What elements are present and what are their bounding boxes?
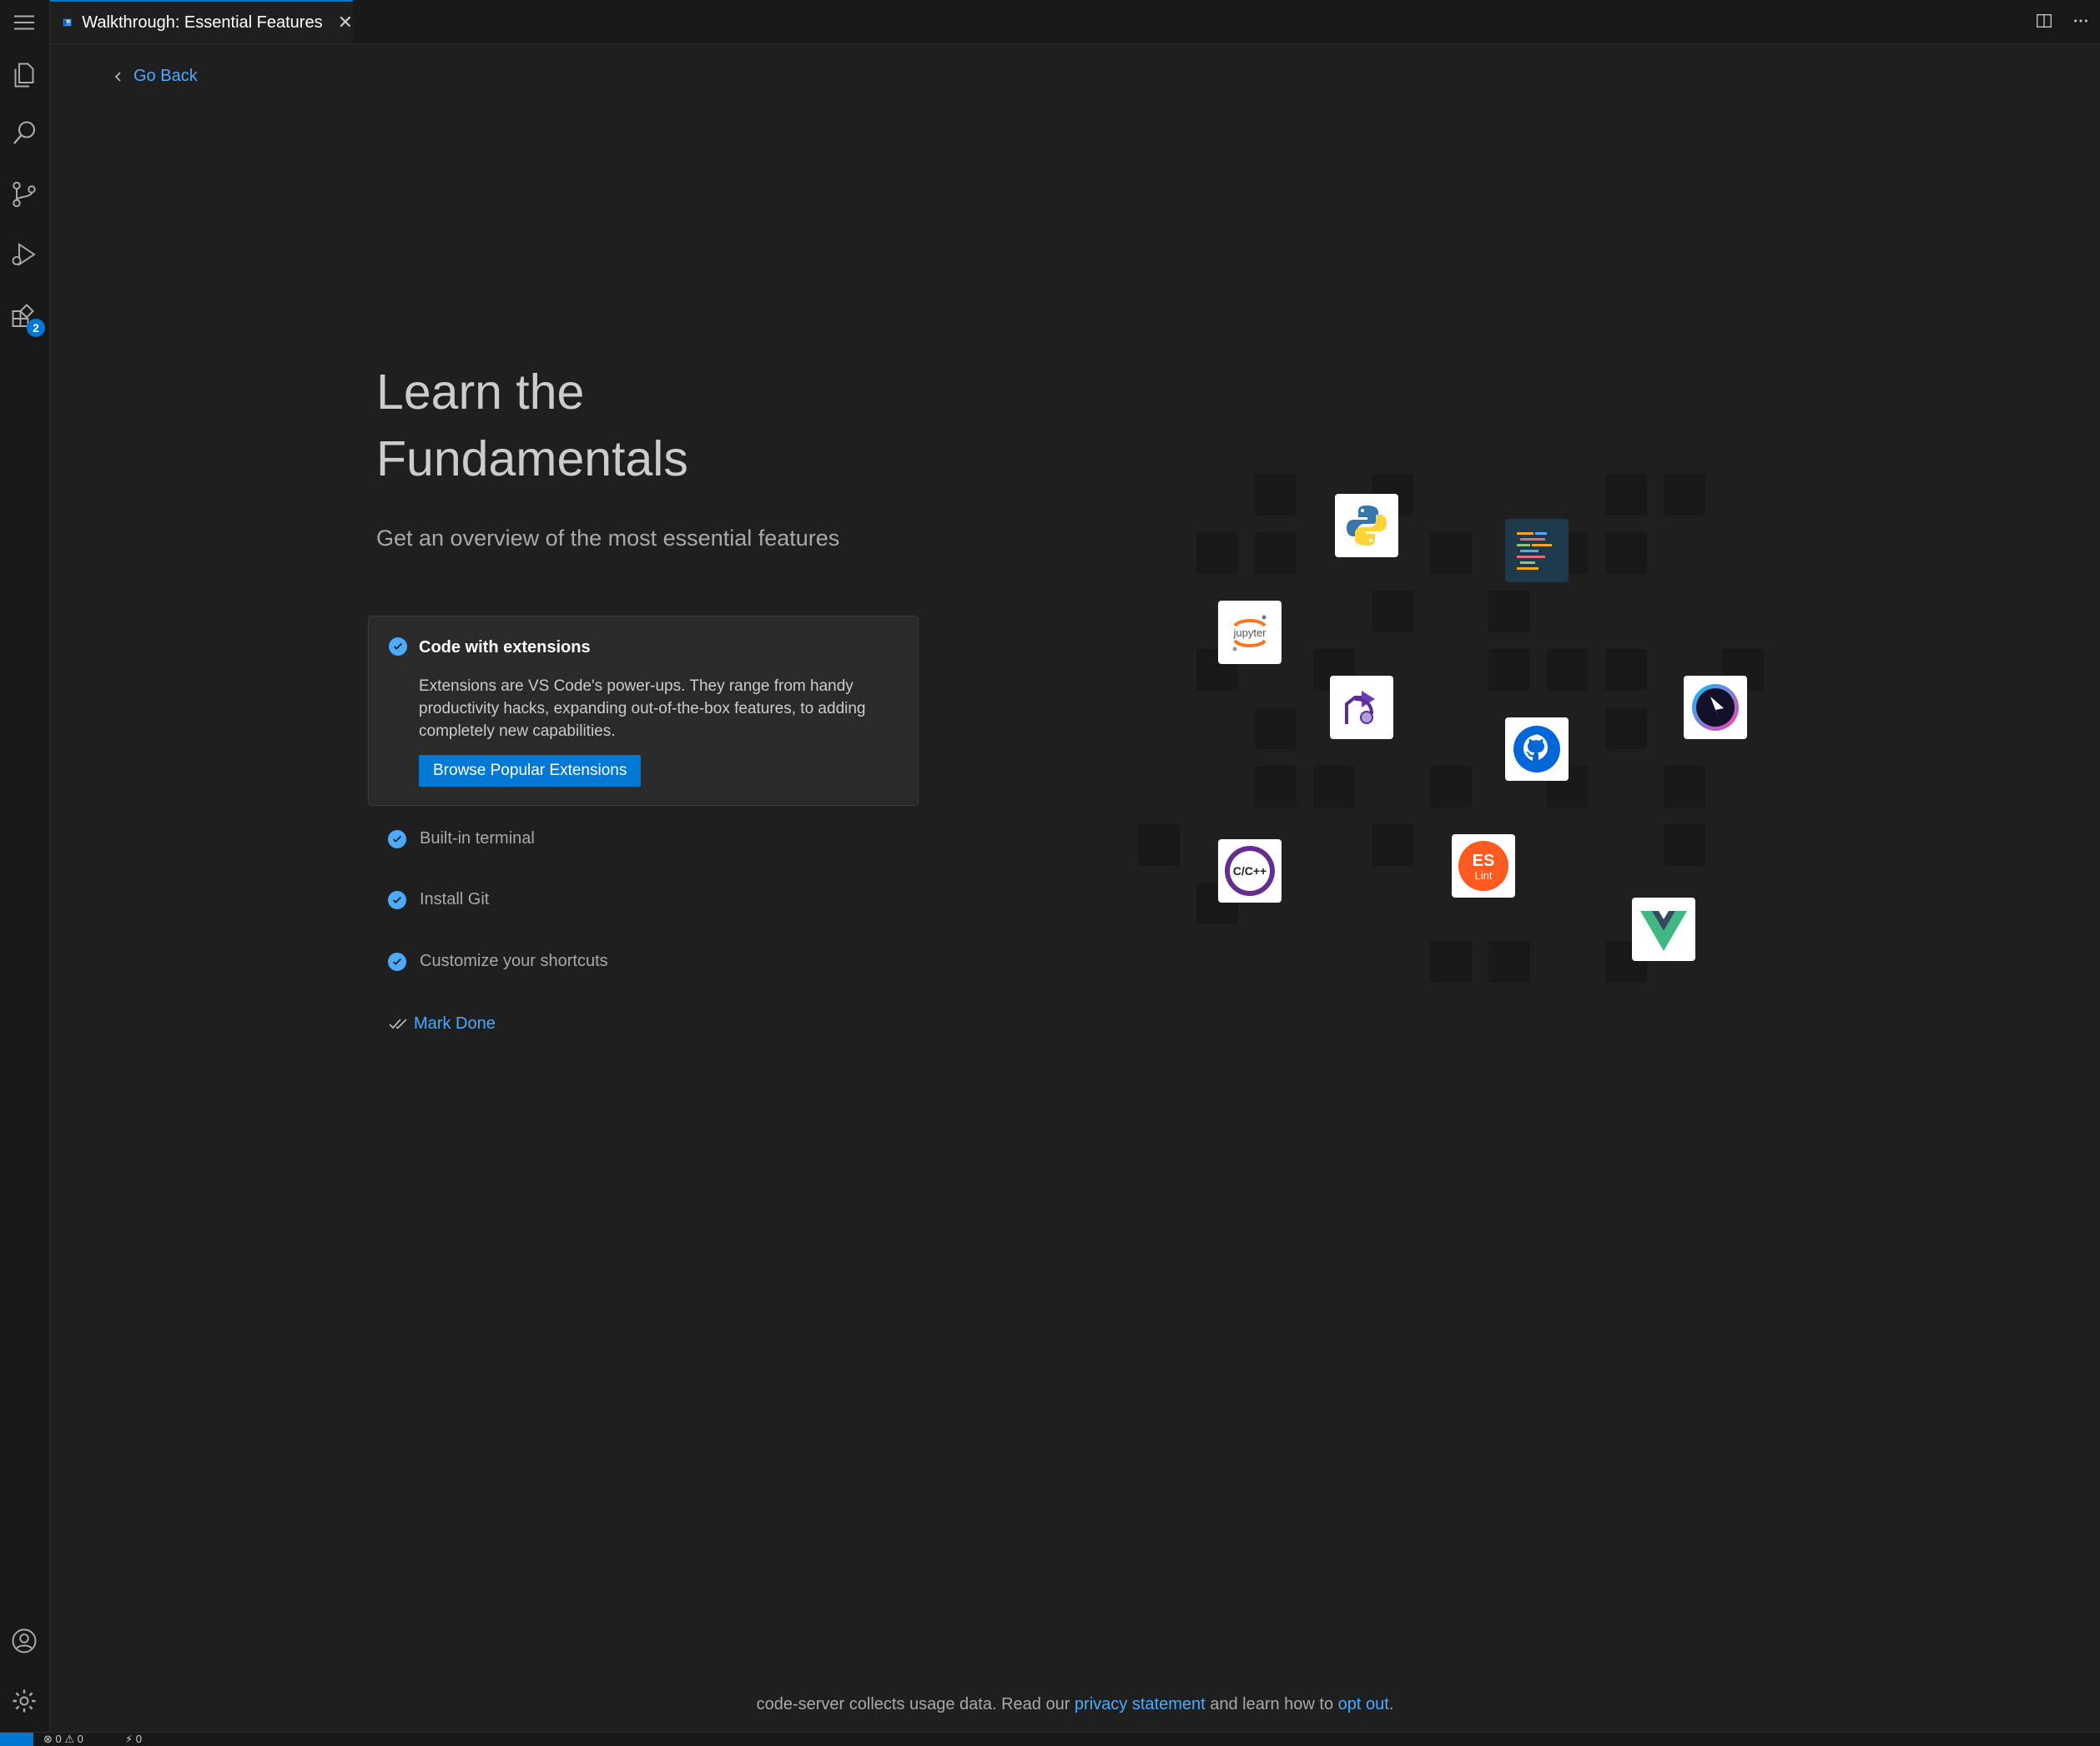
run-debug-icon[interactable] bbox=[5, 235, 43, 274]
eslint-text: ES bbox=[1473, 852, 1495, 870]
error-count: 0 bbox=[55, 1733, 62, 1745]
split-editor-icon[interactable] bbox=[2033, 10, 2055, 32]
jupyter-text: jupyter bbox=[1232, 626, 1267, 639]
mark-done-label: Mark Done bbox=[414, 1014, 496, 1033]
tab-bar: Walkthrough: Essential Features ✕ bbox=[50, 0, 2100, 44]
extensions-illustration: jupyter C/C++ ES Lint bbox=[1135, 467, 1785, 1001]
cpp-logo-icon: C/C++ bbox=[1218, 839, 1282, 903]
jupyter-logo-icon: jupyter bbox=[1218, 601, 1282, 664]
privacy-statement-link[interactable]: privacy statement bbox=[1075, 1695, 1206, 1713]
step-label: Install Git bbox=[420, 890, 490, 908]
eslint-sub-text: Lint bbox=[1475, 869, 1493, 882]
telemetry-notice: code-server collects usage data. Read ou… bbox=[0, 1695, 2100, 1714]
search-icon[interactable] bbox=[5, 114, 43, 153]
error-icon: ⊗ bbox=[43, 1733, 53, 1745]
step-title: Code with extensions bbox=[419, 638, 591, 657]
check-circle-icon bbox=[389, 637, 407, 656]
opt-out-link[interactable]: opt out bbox=[1338, 1695, 1389, 1713]
browse-popular-extensions-button[interactable]: Browse Popular Extensions bbox=[419, 755, 642, 787]
code-lines-icon bbox=[1505, 519, 1569, 582]
tab-title: Walkthrough: Essential Features bbox=[82, 13, 323, 32]
explorer-icon[interactable] bbox=[5, 56, 43, 94]
double-check-icon bbox=[389, 1018, 407, 1029]
check-circle-icon bbox=[388, 890, 406, 909]
go-back-label: Go Back bbox=[133, 67, 198, 85]
menu-icon[interactable] bbox=[5, 3, 43, 42]
step-customize-shortcuts[interactable]: Customize your shortcuts bbox=[388, 952, 608, 971]
mark-done-link[interactable]: Mark Done bbox=[389, 1014, 496, 1034]
close-icon[interactable]: ✕ bbox=[338, 12, 353, 33]
python-logo-icon bbox=[1335, 494, 1398, 557]
step-description: Extensions are VS Code's power-ups. They… bbox=[419, 677, 866, 740]
ports-count: 0 bbox=[135, 1733, 142, 1745]
github-logo-icon bbox=[1505, 717, 1569, 781]
footer-prefix: code-server collects usage data. Read ou… bbox=[756, 1695, 1070, 1713]
step-card-code-with-extensions[interactable]: Code with extensions Extensions are VS C… bbox=[368, 616, 919, 806]
footer-suffix: . bbox=[1388, 1695, 1394, 1713]
ports-icon: ⚡ bbox=[125, 1733, 133, 1745]
step-label: Built-in terminal bbox=[420, 829, 535, 848]
footer-middle: and learn how to bbox=[1210, 1695, 1334, 1713]
more-actions-icon[interactable] bbox=[2070, 10, 2092, 32]
ports-indicator[interactable]: ⚡ 0 bbox=[125, 1733, 142, 1746]
live-share-icon bbox=[1330, 676, 1393, 739]
go-back-link[interactable]: Go Back bbox=[112, 67, 198, 86]
step-label: Customize your shortcuts bbox=[420, 952, 608, 970]
source-control-icon[interactable] bbox=[5, 175, 43, 214]
cpp-text: C/C++ bbox=[1233, 864, 1267, 878]
account-icon[interactable] bbox=[5, 1622, 43, 1660]
warning-icon: ⚠ bbox=[64, 1733, 75, 1745]
check-circle-icon bbox=[388, 952, 406, 971]
check-circle-icon bbox=[388, 829, 406, 848]
chevron-left-icon bbox=[114, 71, 121, 82]
page-subtitle: Get an overview of the most essential fe… bbox=[376, 526, 840, 551]
remote-icon bbox=[1684, 676, 1747, 739]
extensions-icon[interactable]: 2 bbox=[5, 297, 45, 337]
problems-indicator[interactable]: ⊗ 0 ⚠ 0 bbox=[43, 1733, 83, 1746]
walkthrough-tab-icon bbox=[63, 18, 72, 27]
page-title: Learn the Fundamentals bbox=[376, 365, 688, 486]
step-built-in-terminal[interactable]: Built-in terminal bbox=[388, 829, 535, 848]
warning-count: 0 bbox=[77, 1733, 83, 1745]
extensions-badge: 2 bbox=[27, 319, 45, 337]
tab-walkthrough[interactable]: Walkthrough: Essential Features ✕ bbox=[50, 0, 353, 43]
remote-indicator[interactable] bbox=[0, 1733, 33, 1746]
activity-bar: 2 bbox=[0, 0, 50, 1732]
status-bar: ⊗ 0 ⚠ 0 ⚡ 0 bbox=[0, 1732, 2100, 1746]
vue-logo-icon bbox=[1632, 898, 1695, 961]
step-install-git[interactable]: Install Git bbox=[388, 890, 489, 909]
eslint-logo-icon: ES Lint bbox=[1452, 834, 1515, 898]
